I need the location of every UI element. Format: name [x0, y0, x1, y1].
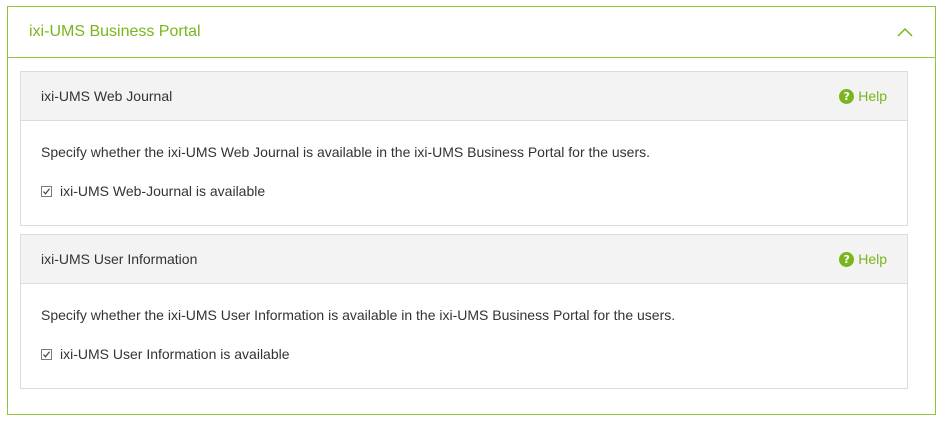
section-description: Specify whether the ixi-UMS User Informa…: [41, 307, 676, 323]
checkbox-label[interactable]: ixi-UMS User Information is available: [60, 346, 290, 362]
question-circle-icon: ?: [839, 88, 855, 104]
question-circle-icon: ?: [839, 251, 855, 267]
help-link[interactable]: ? Help: [839, 251, 887, 267]
panel-header[interactable]: ixi-UMS Business Portal: [8, 7, 935, 58]
help-label: Help: [858, 88, 887, 104]
user-information-available-checkbox[interactable]: ixi-UMS User Information is available: [41, 346, 887, 362]
checkbox[interactable]: [41, 348, 52, 360]
web-journal-available-checkbox[interactable]: ixi-UMS Web-Journal is available: [41, 183, 887, 199]
section-header: ixi-UMS User Information ? Help: [21, 235, 907, 284]
web-journal-section: ixi-UMS Web Journal ? Help Specify wheth…: [20, 71, 908, 226]
help-link[interactable]: ? Help: [839, 88, 887, 104]
section-body: Specify whether the ixi-UMS Web Journal …: [21, 121, 907, 199]
section-header: ixi-UMS Web Journal ? Help: [21, 72, 907, 121]
user-information-section: ixi-UMS User Information ? Help Specify …: [20, 234, 908, 389]
help-label: Help: [858, 251, 887, 267]
section-title: ixi-UMS User Information: [41, 251, 198, 267]
panel-title: ixi-UMS Business Portal: [29, 23, 201, 40]
checkbox-label[interactable]: ixi-UMS Web-Journal is available: [60, 183, 265, 199]
section-title: ixi-UMS Web Journal: [41, 88, 173, 104]
chevron-up-icon[interactable]: [895, 22, 915, 42]
section-body: Specify whether the ixi-UMS User Informa…: [21, 284, 907, 362]
checkmark-icon: [43, 187, 50, 195]
checkmark-icon: [43, 350, 50, 358]
section-description: Specify whether the ixi-UMS Web Journal …: [41, 144, 650, 160]
checkbox[interactable]: [41, 185, 52, 197]
